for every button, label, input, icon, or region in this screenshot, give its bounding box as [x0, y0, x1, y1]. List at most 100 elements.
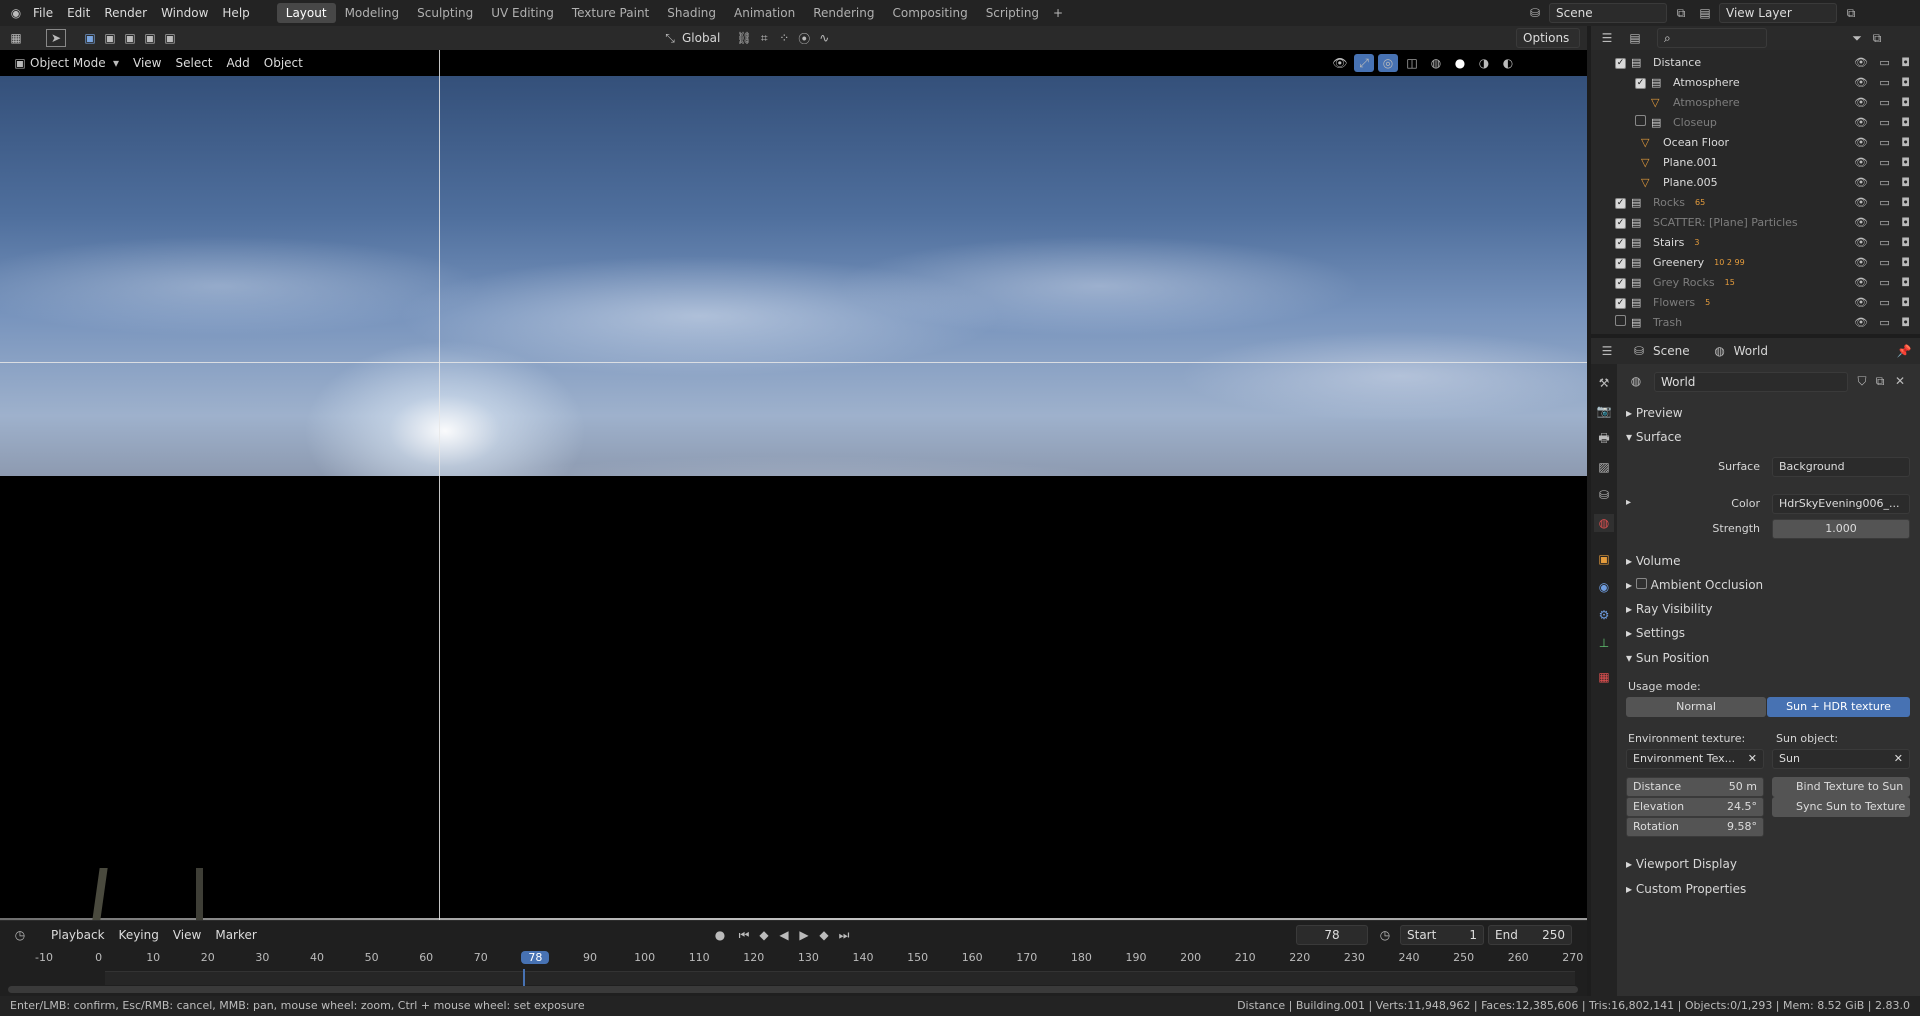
mode-sun-hdr-button[interactable]: Sun + HDR texture	[1767, 697, 1910, 717]
world-browse-icon[interactable]: ◍	[1626, 372, 1646, 390]
timeline-menu-marker[interactable]: Marker	[208, 925, 263, 945]
tab-animation[interactable]: Animation	[725, 3, 804, 23]
settings-panel-header[interactable]: ▸ Settings	[1626, 626, 1685, 640]
custom-properties-panel-header[interactable]: ▸ Custom Properties	[1626, 882, 1746, 896]
rotation-field[interactable]: Rotation 9.58°	[1626, 817, 1764, 837]
strength-slider[interactable]: 1.000	[1772, 519, 1910, 539]
surface-shader-field[interactable]: Background	[1772, 457, 1910, 477]
row-label[interactable]: Distance	[1653, 56, 1701, 69]
row-visibility-toggles[interactable]: 👁 ▭ ◘	[1854, 276, 1914, 289]
duplicate-world-icon[interactable]: ⧉	[1870, 372, 1890, 390]
proportional-edit-icon[interactable]: ⦿	[794, 29, 814, 47]
tab-uv-editing[interactable]: UV Editing	[482, 3, 563, 23]
row-label[interactable]: Flowers	[1653, 296, 1695, 309]
row-checkbox[interactable]	[1635, 115, 1651, 129]
play-icon[interactable]: ▶	[794, 926, 814, 944]
pin-icon[interactable]: 📌	[1894, 342, 1914, 360]
scene-field[interactable]: Scene	[1549, 3, 1667, 23]
texture-tab-icon[interactable]: ▦	[1594, 668, 1614, 686]
row-label[interactable]: Atmosphere	[1673, 96, 1740, 109]
add-workspace-icon[interactable]: +	[1048, 4, 1068, 22]
options-button[interactable]: Options	[1516, 28, 1580, 48]
gizmo-icon[interactable]: ⤢	[1354, 54, 1374, 72]
row-checkbox[interactable]: ✓	[1615, 255, 1631, 269]
object-mode-icon[interactable]: ▣	[10, 54, 30, 72]
row-label[interactable]: Plane.005	[1663, 176, 1718, 189]
new-scene-icon[interactable]: ⧉	[1671, 4, 1691, 22]
outliner-row[interactable]: ✓ ▤ Atmosphere 👁 ▭ ◘	[1591, 72, 1920, 92]
volume-panel-header[interactable]: ▸ Volume	[1626, 554, 1680, 568]
timeline-editor-type-icon[interactable]: ◷	[10, 926, 30, 944]
scene-tab-icon[interactable]: ⛁	[1594, 486, 1614, 504]
current-frame-indicator[interactable]: 78	[521, 951, 550, 964]
color-texture-field[interactable]: HdrSkyEvening006_...	[1772, 494, 1910, 514]
row-label[interactable]: Closeup	[1673, 116, 1717, 129]
xray-icon[interactable]: ◫	[1402, 54, 1422, 72]
row-visibility-toggles[interactable]: 👁 ▭ ◘	[1854, 156, 1914, 169]
row-visibility-toggles[interactable]: 👁 ▭ ◘	[1854, 56, 1914, 69]
select-tool-icon[interactable]: ➤	[46, 29, 66, 47]
outliner-search-input[interactable]: ⌕	[1657, 28, 1767, 48]
outliner-row[interactable]: ✓ ▤ Grey Rocks 15 👁 ▭ ◘	[1591, 272, 1920, 292]
rendered-shading-icon[interactable]: ◐	[1498, 54, 1518, 72]
outliner-row[interactable]: ▤ Closeup 👁 ▭ ◘	[1591, 112, 1920, 132]
display-mode-icon[interactable]: ▤	[1625, 29, 1645, 47]
ambient-occlusion-panel-header[interactable]: ▸ Ambient Occlusion	[1626, 578, 1763, 592]
transform-orientation-icon[interactable]: ⤡	[660, 29, 680, 47]
outliner-row[interactable]: ▽ Ocean Floor 👁 ▭ ◘	[1591, 132, 1920, 152]
properties-editor-type-icon[interactable]: ☰	[1597, 342, 1617, 360]
menu-render[interactable]: Render	[97, 3, 154, 23]
menu-help[interactable]: Help	[215, 3, 256, 23]
next-keyframe-icon[interactable]: ◆	[814, 926, 834, 944]
falloff-icon[interactable]: ∿	[814, 29, 834, 47]
outliner-editor-type-icon[interactable]: ☰	[1597, 29, 1617, 47]
row-checkbox[interactable]: ✓	[1615, 235, 1631, 249]
row-label[interactable]: Trash	[1653, 316, 1682, 329]
row-visibility-toggles[interactable]: 👁 ▭ ◘	[1854, 76, 1914, 89]
row-visibility-toggles[interactable]: 👁 ▭ ◘	[1854, 296, 1914, 309]
row-checkbox[interactable]: ✓	[1615, 275, 1631, 289]
sun-object-field[interactable]: Sun ✕	[1772, 749, 1910, 769]
row-visibility-toggles[interactable]: 👁 ▭ ◘	[1854, 256, 1914, 269]
timeline-scrollbar[interactable]	[8, 986, 1578, 993]
tab-layout[interactable]: Layout	[276, 3, 336, 23]
outliner-row[interactable]: ✓ ▤ Flowers 5 👁 ▭ ◘	[1591, 292, 1920, 312]
world-name-field[interactable]: World	[1654, 372, 1848, 392]
select-invert-icon[interactable]: ▣	[140, 29, 160, 47]
new-view-layer-icon[interactable]: ⧉	[1841, 4, 1861, 22]
material-shading-icon[interactable]: ◑	[1474, 54, 1494, 72]
select-box-icon[interactable]: ▣	[80, 29, 100, 47]
tab-texture-paint[interactable]: Texture Paint	[563, 3, 658, 23]
row-label[interactable]: SCATTER: [Plane] Particles	[1653, 216, 1798, 229]
viewport-menu-add[interactable]: Add	[220, 53, 257, 73]
row-checkbox[interactable]: ✓	[1615, 195, 1631, 209]
row-checkbox[interactable]: ✓	[1615, 295, 1631, 309]
world-tab-icon[interactable]: ◍	[1594, 514, 1614, 532]
select-intersect-icon[interactable]: ▣	[160, 29, 180, 47]
tab-compositing[interactable]: Compositing	[883, 3, 976, 23]
env-texture-field[interactable]: Environment Tex... ✕	[1626, 749, 1764, 769]
scene-icon[interactable]: ⛁	[1525, 4, 1545, 22]
mode-normal-button[interactable]: Normal	[1626, 697, 1766, 717]
tab-modeling[interactable]: Modeling	[336, 3, 409, 23]
sync-sun-button[interactable]: Sync Sun to Texture	[1772, 797, 1910, 817]
row-checkbox[interactable]	[1615, 315, 1631, 329]
transform-orientation-dropdown[interactable]: Global	[682, 31, 720, 45]
ray-visibility-panel-header[interactable]: ▸ Ray Visibility	[1626, 602, 1712, 616]
record-icon[interactable]: ●	[710, 926, 730, 944]
row-visibility-toggles[interactable]: 👁 ▭ ◘	[1854, 236, 1914, 249]
outliner-row[interactable]: ▤ Trash 👁 ▭ ◘	[1591, 312, 1920, 332]
tab-shading[interactable]: Shading	[658, 3, 725, 23]
current-frame-field[interactable]: 78	[1296, 925, 1368, 945]
outliner-row[interactable]: ▽ Plane.005 👁 ▭ ◘	[1591, 172, 1920, 192]
breadcrumb-world[interactable]: World	[1734, 344, 1768, 358]
sun-position-panel-header[interactable]: ▾ Sun Position	[1626, 651, 1709, 665]
row-checkbox[interactable]: ✓	[1635, 75, 1651, 89]
viewport-menu-object[interactable]: Object	[257, 53, 310, 73]
unlink-world-icon[interactable]: ✕	[1890, 372, 1910, 390]
outliner-row[interactable]: ✓ ▤ SCATTER: [Plane] Particles 👁 ▭ ◘	[1591, 212, 1920, 232]
menu-file[interactable]: File	[26, 3, 60, 23]
end-frame-field[interactable]: End 250	[1488, 925, 1572, 945]
overlay-icon[interactable]: ◎	[1378, 54, 1398, 72]
tool-tab-icon[interactable]: ⚒	[1594, 374, 1614, 392]
